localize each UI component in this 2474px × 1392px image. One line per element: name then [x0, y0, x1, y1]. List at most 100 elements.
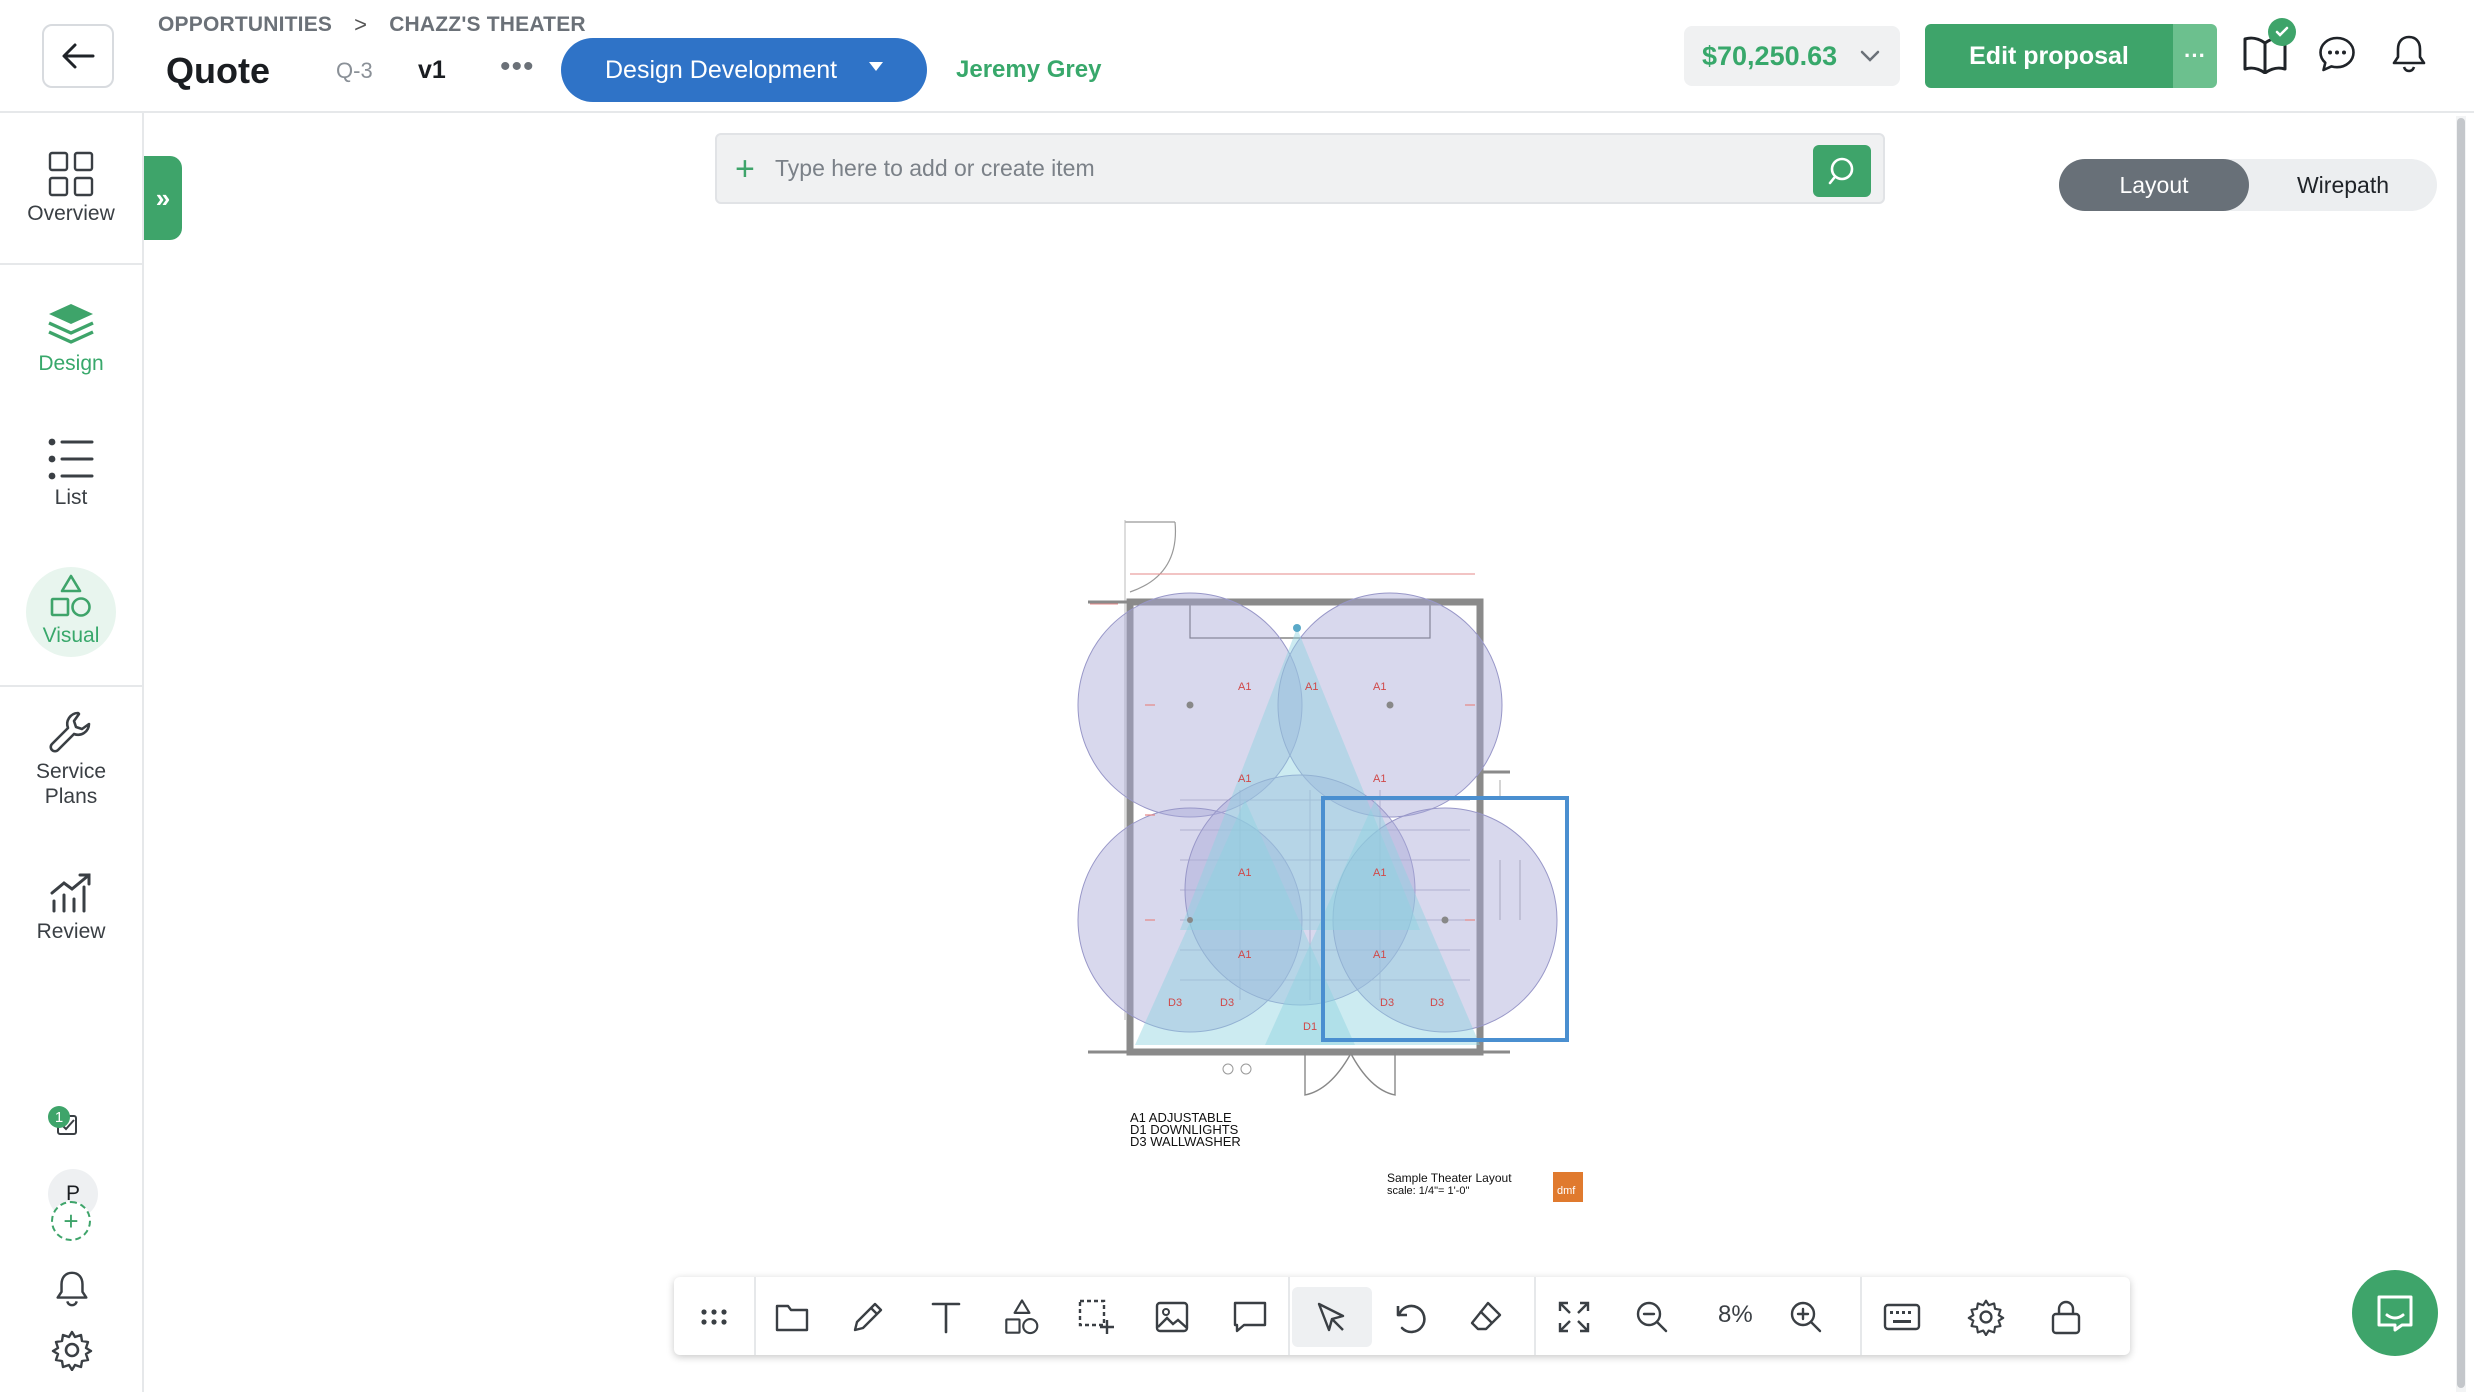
toolbar-separator	[1534, 1277, 1536, 1355]
toolbar-undo-button[interactable]	[1379, 1287, 1439, 1347]
image-icon	[1155, 1301, 1189, 1333]
notifications-button[interactable]	[2382, 26, 2436, 82]
breadcrumb-project[interactable]: CHAZZ'S THEATER	[389, 13, 586, 37]
fixture-label: D3	[1380, 997, 1394, 1009]
design-canvas[interactable]: A1 A1 A1 A1 A1 A1 A1 A1 A1 D3 D3 D3 D3 D…	[1050, 500, 1670, 1220]
shapes-icon	[50, 574, 91, 617]
undo-icon	[1396, 1304, 1426, 1334]
search-input-placeholder: Type here to add or create item	[775, 155, 1095, 181]
gear-icon	[1967, 1299, 2005, 1336]
tab-layout[interactable]: Layout	[2059, 159, 2249, 211]
legend-item: D3 WALLWASHER	[1130, 1134, 1241, 1149]
fit-icon	[1558, 1301, 1590, 1333]
chart-icon	[50, 873, 91, 913]
scrollbar-thumb[interactable]	[2457, 118, 2465, 1388]
toolbar-lock-button[interactable]	[2036, 1287, 2096, 1347]
zoom-level: 8%	[1718, 1301, 1753, 1328]
toolbar-text-button[interactable]	[916, 1287, 976, 1347]
sidebar-item-service-plans[interactable]: Service Plans	[0, 709, 142, 809]
keyboard-icon	[1883, 1303, 1921, 1331]
toolbar-select-button[interactable]	[1292, 1287, 1372, 1347]
toolbar-zoom-in-button[interactable]	[1776, 1287, 1836, 1347]
zoom-out-icon	[1636, 1301, 1668, 1333]
gear-icon	[51, 1330, 93, 1372]
add-item-search[interactable]: + Type here to add or create item	[715, 133, 1885, 204]
sidebar-divider	[0, 685, 142, 687]
toolbar-drag-handle[interactable]	[684, 1287, 744, 1347]
eraser-icon	[1470, 1301, 1502, 1331]
toolbar-image-button[interactable]	[1142, 1287, 1202, 1347]
tab-wirepath[interactable]: Wirepath	[2249, 159, 2437, 211]
sidebar-item-visual[interactable]: Visual	[0, 573, 142, 648]
edit-proposal-button[interactable]: Edit proposal	[1925, 24, 2173, 88]
toolbar-folder-button[interactable]	[762, 1287, 822, 1347]
fixture-label: A1	[1373, 949, 1386, 961]
sidebar-item-label: Visual	[42, 624, 100, 647]
search-button[interactable]	[1813, 145, 1871, 197]
price-dropdown[interactable]: $70,250.63	[1684, 26, 1900, 86]
version-label[interactable]: v1	[418, 56, 446, 85]
top-header: OPPORTUNITIES > CHAZZ'S THEATER Quote Q-…	[0, 0, 2474, 113]
toolbar-comment-button[interactable]	[1220, 1287, 1280, 1347]
fixture-label: A1	[1373, 681, 1386, 693]
layers-icon	[48, 304, 94, 344]
stage-dropdown[interactable]: Design Development	[561, 38, 927, 102]
toolbar-eraser-button[interactable]	[1456, 1287, 1516, 1347]
sidebar: Overview Design List Visual Service Plan…	[0, 113, 144, 1392]
marquee-icon	[1078, 1299, 1114, 1334]
expand-panel-button[interactable]: »	[144, 156, 182, 240]
sidebar-item-label: Design	[38, 352, 104, 375]
sidebar-item-design[interactable]: Design	[0, 301, 142, 376]
sidebar-notifications-button[interactable]	[53, 1269, 91, 1314]
owner-link[interactable]: Jeremy Grey	[956, 56, 1101, 84]
drawing-scale: scale: 1/4"= 1'-0"	[1387, 1185, 1469, 1197]
support-chat-button[interactable]	[2352, 1270, 2438, 1356]
tasks-count-badge: 1	[48, 1106, 70, 1128]
settings-button[interactable]	[51, 1329, 93, 1376]
chat-icon	[2377, 1295, 2413, 1332]
sidebar-divider	[0, 263, 142, 265]
toolbar-separator	[1860, 1277, 1862, 1355]
canvas-toolbar: 8%	[674, 1277, 2130, 1355]
stage-label: Design Development	[605, 55, 838, 84]
sidebar-item-label: Review	[36, 920, 106, 943]
fixture-label: D3	[1220, 997, 1234, 1009]
folder-icon	[775, 1304, 809, 1332]
breadcrumb-separator: >	[354, 12, 368, 37]
messages-button[interactable]	[2310, 26, 2364, 82]
floor-plan: A1 A1 A1 A1 A1 A1 A1 A1 A1 D3 D3 D3 D3 D…	[1077, 520, 1583, 1202]
sidebar-item-review[interactable]: Review	[0, 871, 142, 944]
logo-text: dmf	[1557, 1185, 1576, 1197]
toolbar-fit-button[interactable]	[1544, 1287, 1604, 1347]
breadcrumb-opportunities[interactable]: OPPORTUNITIES	[158, 13, 332, 37]
fixture-label: D3	[1430, 997, 1444, 1009]
sidebar-item-label: List	[54, 486, 88, 509]
more-options-button[interactable]: •••	[500, 50, 535, 84]
back-button[interactable]	[42, 24, 114, 88]
grid-icon	[48, 151, 94, 197]
cursor-icon	[1317, 1302, 1345, 1332]
chevron-down-icon	[1860, 50, 1880, 62]
search-icon	[1828, 157, 1854, 185]
bell-icon	[2392, 35, 2426, 73]
sidebar-item-list[interactable]: List	[0, 437, 142, 510]
quote-id: Q-3	[336, 58, 373, 83]
toolbar-pencil-button[interactable]	[838, 1287, 898, 1347]
toolbar-zoom-out-button[interactable]	[1622, 1287, 1682, 1347]
view-toggle: Layout Wirepath	[2059, 159, 2437, 211]
fixture-label: A1	[1373, 867, 1386, 879]
caret-down-icon	[869, 62, 883, 71]
toolbar-separator	[1288, 1277, 1290, 1355]
toolbar-settings-button[interactable]	[1956, 1287, 2016, 1347]
wrench-icon	[49, 711, 91, 753]
sidebar-item-overview[interactable]: Overview	[0, 151, 142, 226]
fixture-label: D3	[1168, 997, 1182, 1009]
price-value: $70,250.63	[1702, 40, 1838, 71]
edit-proposal-more-button[interactable]: ···	[2173, 24, 2217, 88]
vertical-scrollbar[interactable]	[2456, 116, 2466, 1392]
page-title: Quote	[166, 50, 270, 91]
toolbar-marquee-button[interactable]	[1066, 1287, 1126, 1347]
toolbar-keyboard-button[interactable]	[1872, 1287, 1932, 1347]
add-collaborator-button[interactable]: +	[51, 1201, 91, 1241]
toolbar-shapes-button[interactable]	[992, 1287, 1052, 1347]
